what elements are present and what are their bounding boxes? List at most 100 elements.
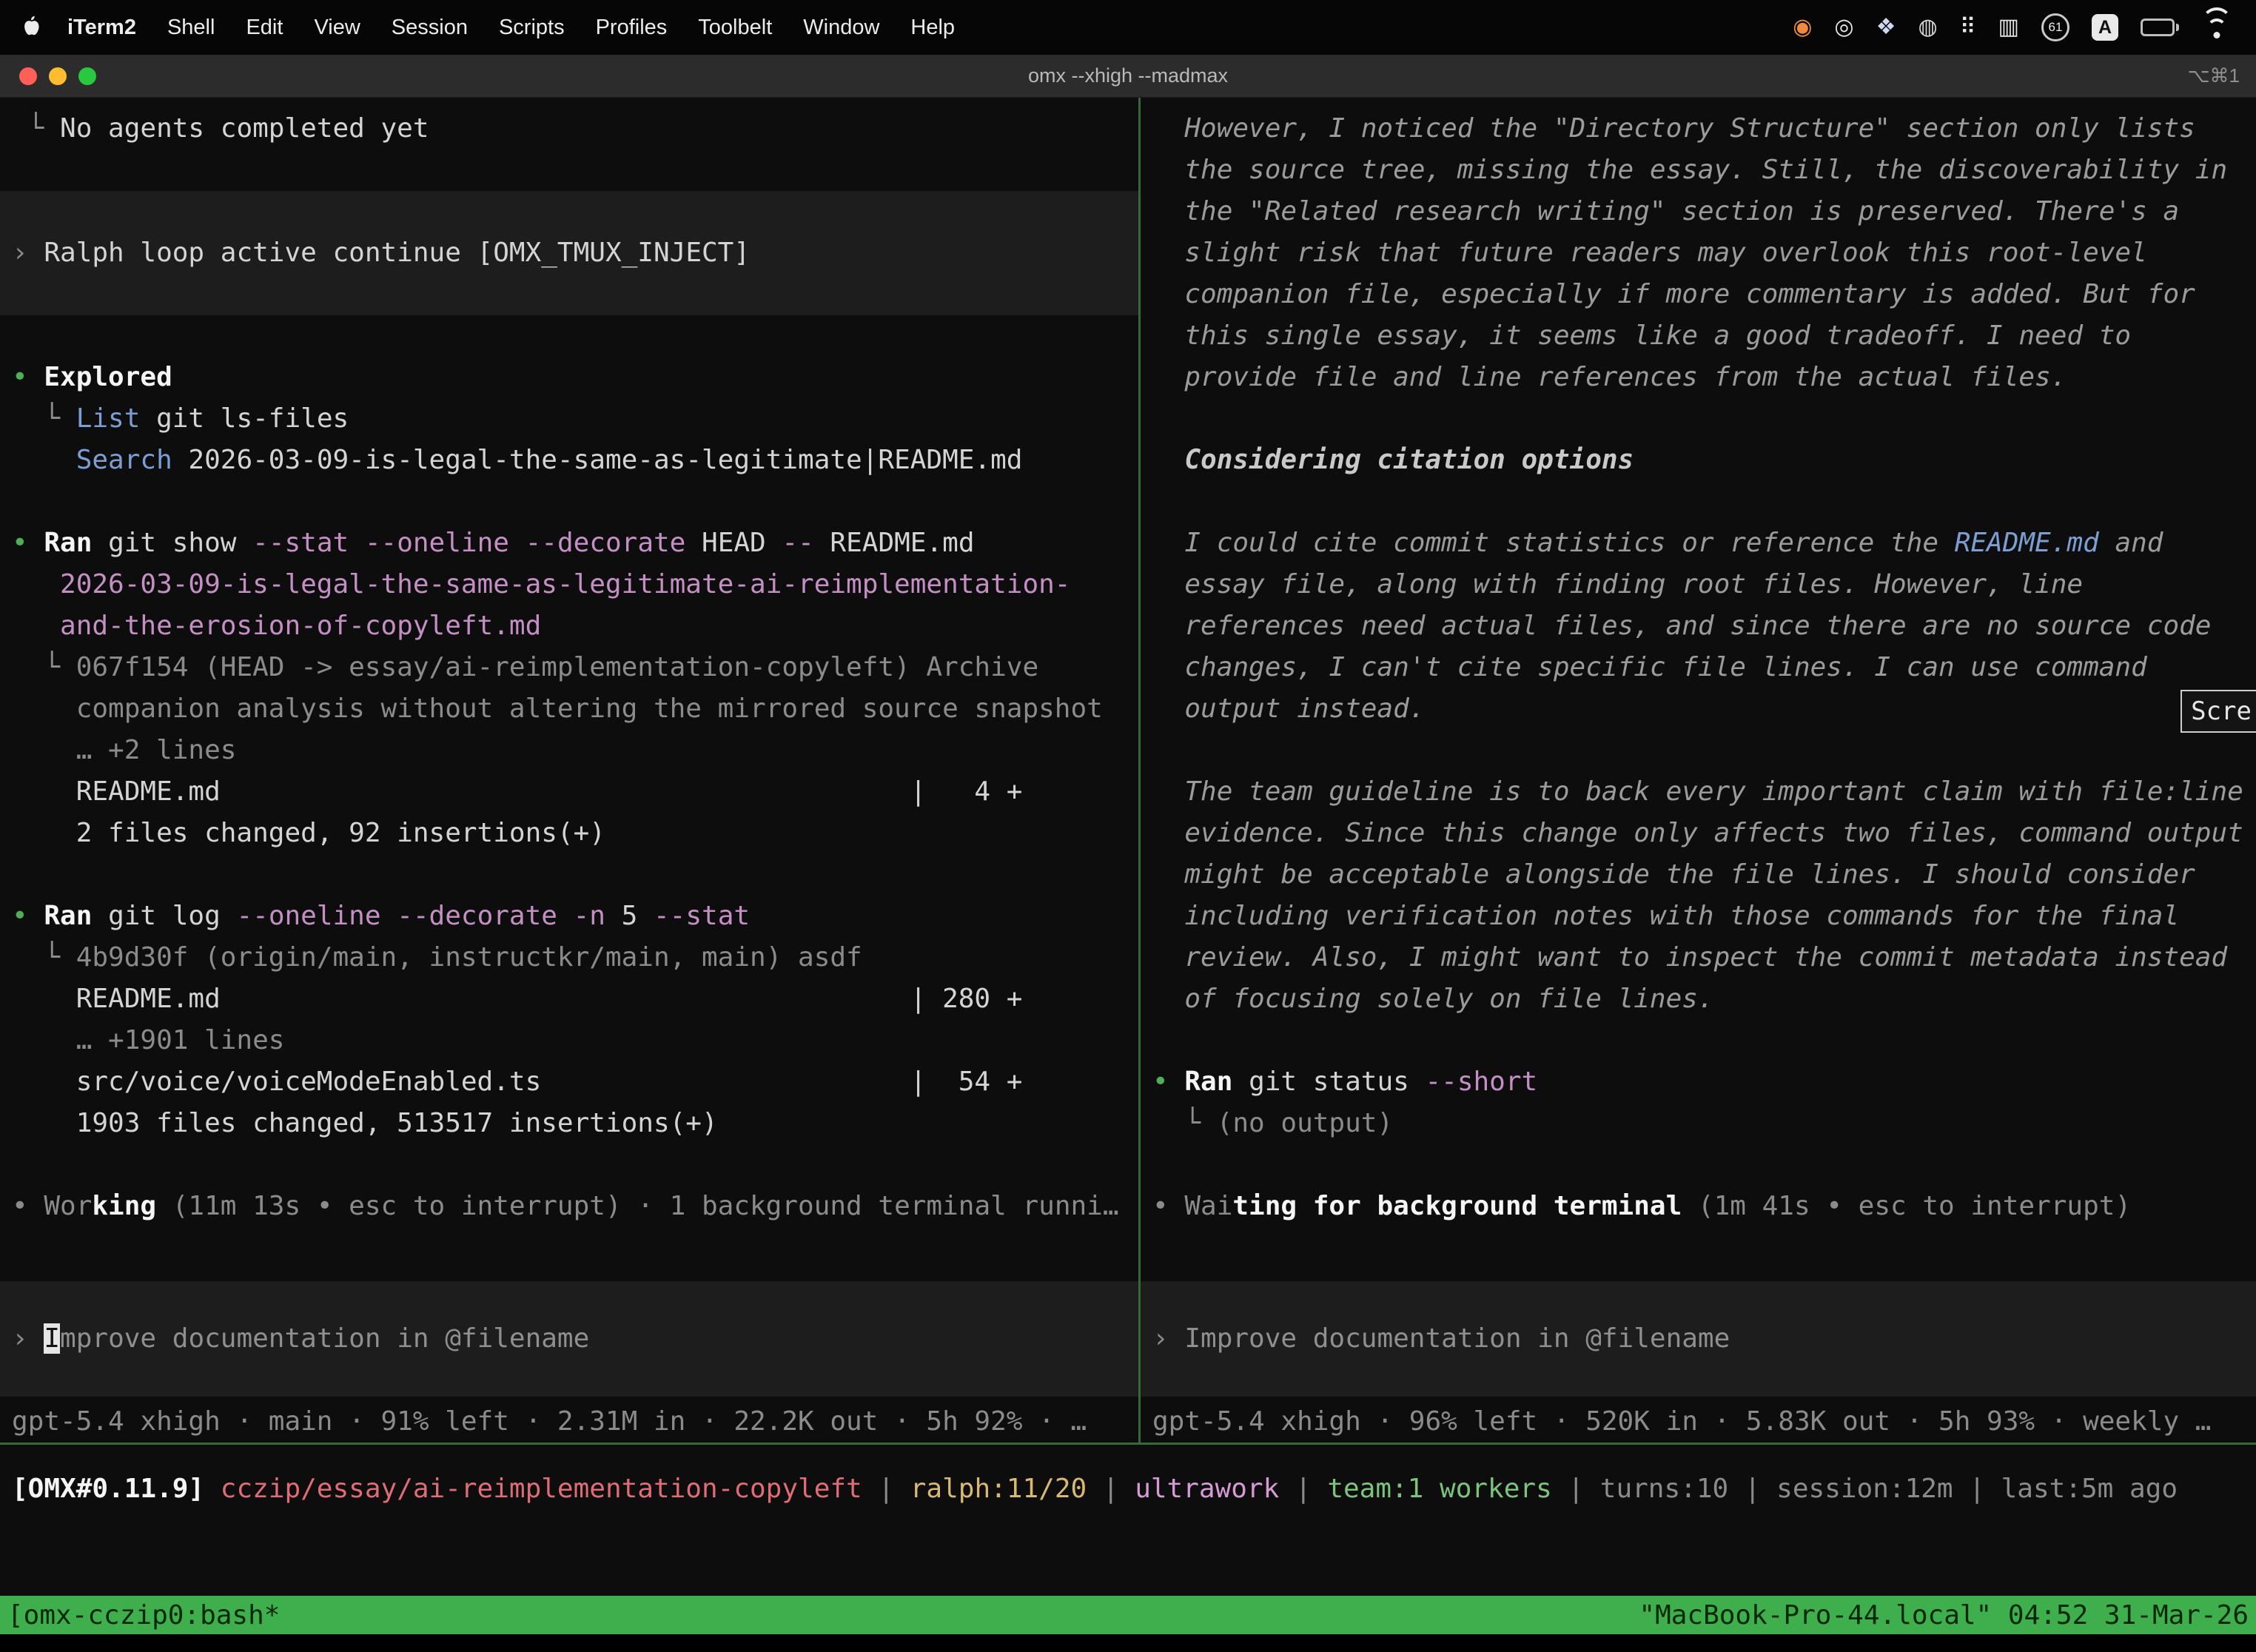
terminal-panes: └ No agents completed yet› Ralph loop ac… [0, 98, 2256, 1445]
left-prompt-input[interactable]: › Improve documentation in @filename [0, 1281, 1138, 1397]
text-segment: Ran [1184, 1067, 1232, 1097]
terminal-line: • Waiting for background terminal (1m 41… [1141, 1186, 2256, 1227]
text-segment: ultrawork [1135, 1474, 1279, 1504]
text-segment: essay file, along with finding root file… [1152, 569, 2083, 600]
minimize-window-button[interactable] [49, 67, 67, 85]
desktop-gap [0, 1634, 2256, 1652]
left-terminal-pane[interactable]: └ No agents completed yet› Ralph loop ac… [0, 98, 1138, 1443]
text-segment: 5 [605, 901, 654, 931]
text-segment: └ [12, 403, 76, 434]
text-segment [12, 445, 76, 475]
inject-banner: › Ralph loop active continue [OMX_TMUX_I… [0, 191, 1138, 315]
terminal-line: Search 2026-03-09-is-legal-the-same-as-l… [0, 440, 1138, 481]
right-prompt-input[interactable]: › Improve documentation in @filename [1141, 1281, 2256, 1397]
text-segment: Ran [44, 528, 92, 558]
battery-icon[interactable] [2141, 19, 2179, 36]
text-segment: ralph:11/20 [910, 1474, 1087, 1504]
menu-session[interactable]: Session [376, 16, 483, 40]
menu-window[interactable]: Window [788, 16, 895, 40]
app-icon-1[interactable]: ◎ [1834, 16, 1853, 38]
text-segment: README.md [814, 528, 975, 558]
text-segment: └ 067f154 (HEAD -> essay/ai-reimplementa… [12, 652, 1038, 682]
terminal-line: └ 067f154 (HEAD -> essay/ai-reimplementa… [0, 647, 1138, 688]
tmux-status-bar: [omx-cczip0:bash* "MacBook-Pro-44.local"… [0, 1596, 2256, 1634]
window-title: omx --xhigh --madmax [0, 64, 2256, 87]
window-shortcut-badge: ⌥⌘1 [2188, 64, 2256, 87]
apple-icon[interactable] [19, 15, 44, 40]
terminal-line: evidence. Since this change only affects… [1141, 813, 2256, 854]
text-segment: this single essay, it seems like a good … [1152, 320, 2131, 351]
text-segment: git ls-files [140, 403, 349, 434]
text-segment: • Wai [1152, 1191, 1232, 1221]
menu-view[interactable]: View [298, 16, 375, 40]
text-segment: 1903 files changed, 513517 insertions(+) [12, 1108, 718, 1138]
terminal-line: output instead. [1141, 688, 2256, 730]
menu-scripts[interactable]: Scripts [483, 16, 580, 40]
input-source-icon[interactable]: A [2092, 14, 2118, 41]
right-terminal-pane[interactable]: However, I noticed the "Directory Struct… [1141, 98, 2256, 1443]
terminal-line: 1903 files changed, 513517 insertions(+) [0, 1103, 1138, 1144]
app-icon-2[interactable]: ❖ [1876, 16, 1896, 38]
text-segment: Considering citation options [1152, 445, 1634, 475]
terminal-line: the "Related research writing" section i… [1141, 191, 2256, 232]
blank-line [1141, 1144, 2256, 1186]
launchpad-icon[interactable]: ⠿ [1960, 16, 1976, 38]
tmux-host-time-label: "MacBook-Pro-44.local" 04:52 31-Mar-26 [1639, 1600, 2249, 1631]
terminal-line: … +2 lines [0, 730, 1138, 771]
terminal-line: › Ralph loop active continue [OMX_TMUX_I… [0, 232, 1138, 274]
terminal-line: might be acceptable alongside the file l… [1141, 854, 2256, 896]
menu-help[interactable]: Help [895, 16, 970, 40]
text-segment: cczip/essay/ai-reimplementation-copyleft [221, 1474, 862, 1504]
text-segment: --short [1425, 1067, 1537, 1097]
close-window-button[interactable] [19, 67, 37, 85]
text-segment: (1m 41s • esc to interrupt) [1682, 1191, 2131, 1221]
terminal-line: 2 files changed, 92 insertions(+) [0, 813, 1138, 854]
blank-line [0, 150, 1138, 191]
menu-shell[interactable]: Shell [152, 16, 231, 40]
text-segment: 2 files changed, 92 insertions(+) [12, 818, 605, 848]
omx-status-bar: [OMX#0.11.9] cczip/essay/ai-reimplementa… [0, 1445, 2256, 1596]
blank-line [0, 854, 1138, 896]
text-segment: ting for background terminal [1232, 1191, 1682, 1221]
battery-gauge-icon[interactable]: 61 [2041, 13, 2069, 41]
window-controls [0, 67, 96, 85]
terminal-line: essay file, along with finding root file… [1141, 564, 2256, 605]
text-segment: README.md | 4 + [12, 776, 1022, 807]
text-segment: | [862, 1474, 910, 1504]
widget-icon[interactable]: ▥ [1998, 16, 2019, 38]
text-segment: -- [782, 528, 813, 558]
terminal-line: slight risk that future readers may over… [1141, 232, 2256, 274]
text-segment: including verification notes with those … [1152, 901, 2179, 931]
menu-edit[interactable]: Edit [230, 16, 298, 40]
text-segment: git status [1232, 1067, 1425, 1097]
recording-indicator-icon[interactable]: ◉ [1793, 16, 1812, 38]
blank-line [1141, 398, 2256, 440]
menu-toolbelt[interactable]: Toolbelt [682, 16, 788, 40]
terminal-line: └ (no output) [1141, 1103, 2256, 1144]
text-segment: git log [92, 901, 236, 931]
terminal-line: README.md | 4 + [0, 771, 1138, 813]
text-segment: • [1152, 1067, 1184, 1097]
menu-profiles[interactable]: Profiles [580, 16, 683, 40]
text-segment: of focusing solely on file lines. [1152, 984, 1714, 1014]
wifi-icon[interactable] [2201, 16, 2232, 38]
text-segment: and-the-erosion-of-copyleft.md [12, 611, 541, 641]
text-segment: The team guideline is to back every impo… [1152, 776, 2243, 807]
text-segment: Ran [44, 901, 92, 931]
terminal-line: I could cite commit statistics or refere… [1141, 523, 2256, 564]
terminal-line: Considering citation options [1141, 440, 2256, 481]
text-segment: • [12, 362, 44, 392]
terminal-line: provide file and line references from th… [1141, 357, 2256, 398]
text-segment: and [2099, 528, 2163, 558]
blank-line [1141, 1020, 2256, 1061]
text-segment: | [1279, 1474, 1327, 1504]
blank-line [0, 1144, 1138, 1186]
app-icon-3[interactable]: ◍ [1918, 16, 1937, 38]
zoom-window-button[interactable] [78, 67, 96, 85]
text-segment: › [1152, 1323, 1184, 1354]
clipped-overlay-tooltip: Scre [2181, 690, 2256, 733]
terminal-line: However, I noticed the "Directory Struct… [1141, 108, 2256, 150]
terminal-line: … +1901 lines [0, 1020, 1138, 1061]
window-title-bar[interactable]: omx --xhigh --madmax ⌥⌘1 [0, 55, 2256, 98]
menu-iterm2[interactable]: iTerm2 [52, 16, 152, 40]
